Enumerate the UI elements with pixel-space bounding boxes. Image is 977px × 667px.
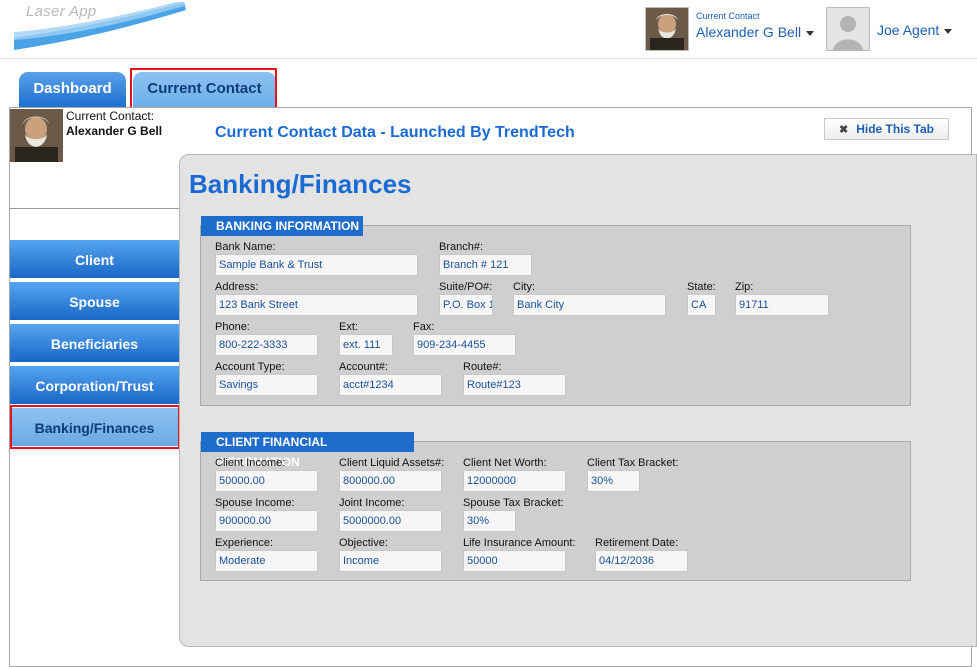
- life-insurance-label: Life Insurance Amount:: [463, 537, 576, 549]
- contact-portrait-icon: [10, 109, 63, 162]
- agent-dropdown[interactable]: Joe Agent: [877, 22, 953, 38]
- joint-income-label: Joint Income:: [339, 497, 405, 509]
- contact-portrait-icon: [646, 8, 688, 50]
- suite-label: Suite/PO#:: [439, 281, 493, 293]
- section-title: Banking/Finances: [189, 169, 412, 199]
- content-title: Current Contact Data - Launched By Trend…: [215, 124, 575, 141]
- sidebar-highlight: [10, 405, 180, 449]
- user-placeholder-icon: [827, 8, 869, 50]
- zip-field[interactable]: 91711: [735, 294, 829, 316]
- client-liquid-label: Client Liquid Assets#:: [339, 457, 445, 469]
- branch-field[interactable]: Branch # 121: [439, 254, 532, 276]
- sidebar-item-spouse[interactable]: Spouse: [10, 282, 179, 322]
- client-income-label: Client Income:: [215, 457, 286, 469]
- ext-field[interactable]: ext. 111: [339, 334, 393, 356]
- spouse-income-field[interactable]: 900000.00: [215, 510, 318, 532]
- current-contact-label: Current Contact: [696, 11, 760, 21]
- client-liquid-field[interactable]: 800000.00: [339, 470, 442, 492]
- hide-tab-label: Hide This Tab: [856, 122, 934, 136]
- joint-income-field[interactable]: 5000000.00: [339, 510, 442, 532]
- spouse-income-label: Spouse Income:: [215, 497, 295, 509]
- spouse-tax-field[interactable]: 30%: [463, 510, 516, 532]
- account-label: Account#:: [339, 361, 388, 373]
- city-field[interactable]: Bank City: [513, 294, 666, 316]
- spouse-tax-label: Spouse Tax Bracket:: [463, 497, 564, 509]
- phone-label: Phone:: [215, 321, 250, 333]
- bank-name-field[interactable]: Sample Bank & Trust: [215, 254, 418, 276]
- sidebar-divider: [10, 208, 180, 209]
- city-label: City:: [513, 281, 535, 293]
- tab-dashboard[interactable]: Dashboard: [19, 72, 126, 108]
- sidebar-item-client[interactable]: Client: [10, 240, 179, 280]
- logo-text: Laser App: [26, 3, 97, 20]
- address-field[interactable]: 123 Bank Street: [215, 294, 418, 316]
- retirement-field[interactable]: 04/12/2036: [595, 550, 688, 572]
- account-field[interactable]: acct#1234: [339, 374, 442, 396]
- retirement-label: Retirement Date:: [595, 537, 679, 549]
- suite-field[interactable]: P.O. Box 1: [439, 294, 493, 316]
- banking-info-header: BANKING INFORMATION: [201, 216, 363, 236]
- hide-tab-button[interactable]: ✖ Hide This Tab: [824, 118, 949, 140]
- route-label: Route#:: [463, 361, 502, 373]
- fax-label: Fax:: [413, 321, 435, 333]
- fax-field[interactable]: 909-234-4455: [413, 334, 516, 356]
- account-type-label: Account Type:: [215, 361, 285, 373]
- ext-label: Ext:: [339, 321, 358, 333]
- current-contact-dropdown[interactable]: Alexander G Bell: [696, 24, 815, 40]
- financial-info-header: CLIENT FINANCIAL INFORMATION: [201, 432, 414, 469]
- address-label: Address:: [215, 281, 259, 293]
- client-net-label: Client Net Worth:: [463, 457, 547, 469]
- sidebar-item-corporation-trust[interactable]: Corporation/Trust: [10, 366, 179, 406]
- sidebar-contact-label: Current Contact:: [66, 109, 155, 123]
- sidebar-contact-name: Alexander G Bell: [66, 124, 163, 138]
- sidebar-contact-photo: [10, 109, 63, 162]
- client-tax-label: Client Tax Bracket:: [587, 457, 679, 469]
- objective-label: Objective:: [339, 537, 388, 549]
- client-net-field[interactable]: 12000000: [463, 470, 566, 492]
- account-type-field[interactable]: Savings: [215, 374, 318, 396]
- route-field[interactable]: Route#123: [463, 374, 566, 396]
- chevron-down-icon: [944, 28, 953, 34]
- life-insurance-field[interactable]: 50000: [463, 550, 566, 572]
- objective-field[interactable]: Income: [339, 550, 442, 572]
- sidebar-item-beneficiaries[interactable]: Beneficiaries: [10, 324, 179, 364]
- state-label: State:: [687, 281, 716, 293]
- experience-label: Experience:: [215, 537, 274, 549]
- state-field[interactable]: CA: [687, 294, 716, 316]
- phone-field[interactable]: 800-222-3333: [215, 334, 318, 356]
- contact-photo[interactable]: [645, 7, 689, 51]
- tab-highlight: [130, 68, 277, 109]
- chevron-down-icon: [806, 30, 815, 36]
- agent-name: Joe Agent: [877, 22, 940, 38]
- experience-field[interactable]: Moderate: [215, 550, 318, 572]
- client-income-field[interactable]: 50000.00: [215, 470, 318, 492]
- close-icon: ✖: [838, 124, 849, 136]
- bank-name-label: Bank Name:: [215, 241, 276, 253]
- client-tax-field[interactable]: 30%: [587, 470, 640, 492]
- current-contact-name: Alexander G Bell: [696, 24, 802, 40]
- zip-label: Zip:: [735, 281, 754, 293]
- branch-label: Branch#:: [439, 241, 484, 253]
- agent-avatar[interactable]: [826, 7, 870, 51]
